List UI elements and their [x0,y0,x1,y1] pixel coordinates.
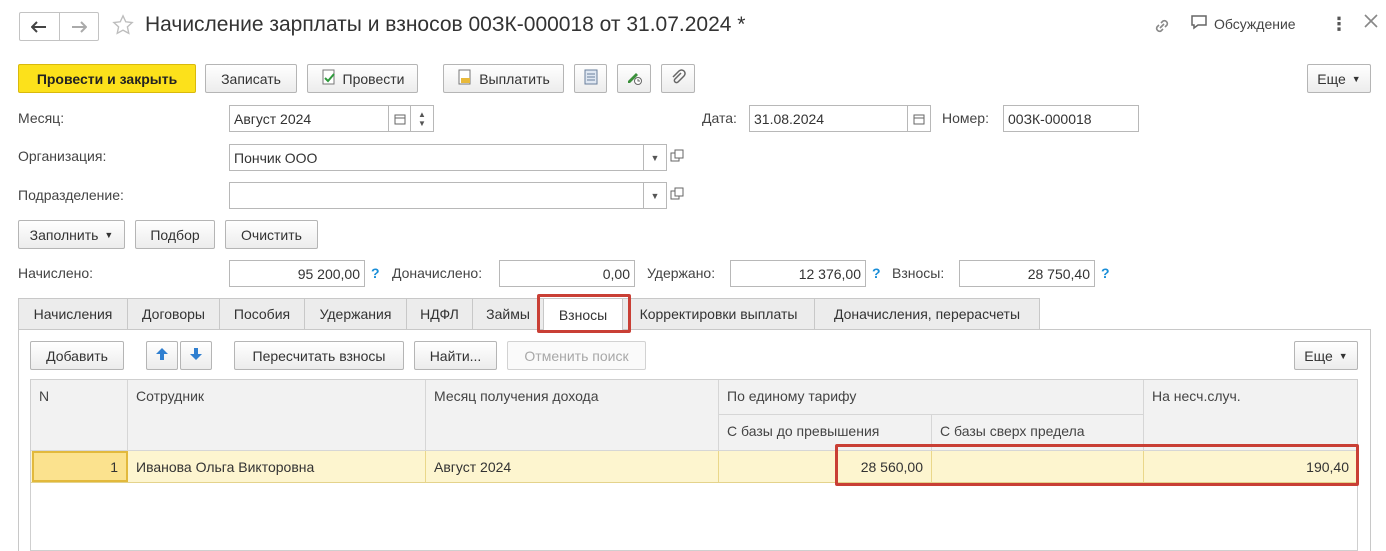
fill-button[interactable]: Заполнить ▼ [18,220,125,249]
date-field[interactable]: 31.08.2024 [749,105,908,132]
find-button[interactable]: Найти... [414,341,497,370]
organization-dropdown-icon[interactable]: ▼ [644,144,667,171]
col-header-income-month[interactable]: Месяц получения дохода [426,380,719,451]
accrued-label: Начислено: [18,265,94,281]
pay-doc-icon [457,69,473,88]
row-n-cell[interactable]: 1 [32,451,128,482]
more-button-label: Еще [1317,70,1346,87]
pay-button[interactable]: Выплатить [443,64,564,93]
department-field[interactable] [229,182,644,209]
tab-accruals[interactable]: Начисления [18,298,128,329]
withheld-label: Удержано: [647,265,716,281]
post-button[interactable]: Провести [307,64,418,93]
additional-label: Доначислено: [392,265,483,281]
col-header-single-tariff[interactable]: По единому тарифу [719,380,1144,415]
number-field[interactable]: 00ЗК-000018 [1003,105,1139,132]
arrow-down-icon [189,347,203,364]
post-and-close-button[interactable]: Провести и закрыть [18,64,196,93]
month-stepper[interactable]: ▲ ▼ [411,105,434,132]
withheld-help-icon[interactable]: ? [872,265,881,281]
accrued-help-icon[interactable]: ? [371,265,380,281]
active-tab-highlight [537,294,631,333]
arrow-up-icon [155,347,169,364]
organization-field[interactable]: Пончик ООО [229,144,644,171]
favorite-star-icon[interactable] [112,14,134,39]
department-dropdown-icon[interactable]: ▼ [644,182,667,209]
col-header-n[interactable]: N [31,380,128,451]
additional-value: 0,00 [499,260,635,287]
row-employee-cell[interactable]: Иванова Ольга Викторовна [128,451,426,482]
save-button[interactable]: Записать [205,64,297,93]
chevron-down-icon: ▼ [1338,350,1348,361]
organization-label: Организация: [18,148,107,164]
kebab-menu-icon[interactable]: ⋮ [1330,14,1348,35]
fill-button-label: Заполнить [29,226,99,243]
edit-history-button[interactable] [617,64,651,93]
report-icon [584,69,598,88]
tab-contracts[interactable]: Договоры [127,298,220,329]
col-header-accident[interactable]: На несч.случ. [1144,380,1357,451]
month-label: Месяц: [18,110,65,126]
contributions-help-icon[interactable]: ? [1101,265,1110,281]
window-title: Начисление зарплаты и взносов 00ЗК-00001… [145,13,746,36]
tab-loans[interactable]: Займы [472,298,544,329]
contributions-value: 28 750,40 [959,260,1095,287]
row-income-month-cell[interactable]: Август 2024 [426,451,719,482]
add-button[interactable]: Добавить [30,341,124,370]
organization-open-icon[interactable] [670,149,684,166]
values-highlight [835,444,1359,486]
close-icon[interactable] [1362,12,1380,33]
date-calendar-icon[interactable] [908,105,931,132]
tab-benefits[interactable]: Пособия [219,298,305,329]
post-button-label: Провести [342,70,405,87]
recalc-contributions-button[interactable]: Пересчитать взносы [234,341,404,370]
attachments-button[interactable] [661,64,695,93]
post-doc-icon [321,69,337,88]
tab-recalculations[interactable]: Доначисления, перерасчеты [814,298,1040,329]
chevron-down-icon: ▼ [1351,73,1361,84]
clear-button[interactable]: Очистить [225,220,318,249]
department-label: Подразделение: [18,187,124,203]
accrued-value: 95 200,00 [229,260,365,287]
month-calendar-icon[interactable] [389,105,411,132]
chat-icon [1190,14,1208,33]
move-up-button[interactable] [146,341,178,370]
more-button[interactable]: Еще ▼ [1307,64,1371,93]
back-arrow-icon[interactable] [20,13,60,40]
table-more-button[interactable]: Еще ▼ [1294,341,1358,370]
step-up-icon[interactable]: ▲ [418,110,426,119]
number-label: Номер: [942,110,989,126]
select-button[interactable]: Подбор [135,220,215,249]
report-button[interactable] [574,64,607,93]
tab-deductions[interactable]: Удержания [304,298,407,329]
step-down-icon[interactable]: ▼ [418,119,426,128]
chevron-down-icon: ▼ [104,229,114,240]
contributions-label: Взносы: [892,265,945,281]
col-header-employee[interactable]: Сотрудник [128,380,426,451]
pay-button-label: Выплатить [479,70,550,87]
discussion-label: Обсуждение [1214,15,1296,32]
tab-ndfl[interactable]: НДФЛ [406,298,473,329]
move-down-button[interactable] [180,341,212,370]
paperclip-icon [670,69,686,88]
month-field[interactable]: Август 2024 [229,105,389,132]
department-open-icon[interactable] [670,187,684,204]
tab-payment-corrections[interactable]: Корректировки выплаты [622,298,815,329]
pen-clock-icon [625,68,643,89]
forward-arrow-icon[interactable] [60,13,99,40]
link-icon[interactable] [1152,16,1172,39]
date-label: Дата: [702,110,737,126]
table-more-label: Еще [1304,347,1333,364]
nav-back-forward [19,12,99,41]
cancel-search-button[interactable]: Отменить поиск [507,341,646,370]
withheld-value: 12 376,00 [730,260,866,287]
discussion-button[interactable]: Обсуждение [1190,14,1296,33]
